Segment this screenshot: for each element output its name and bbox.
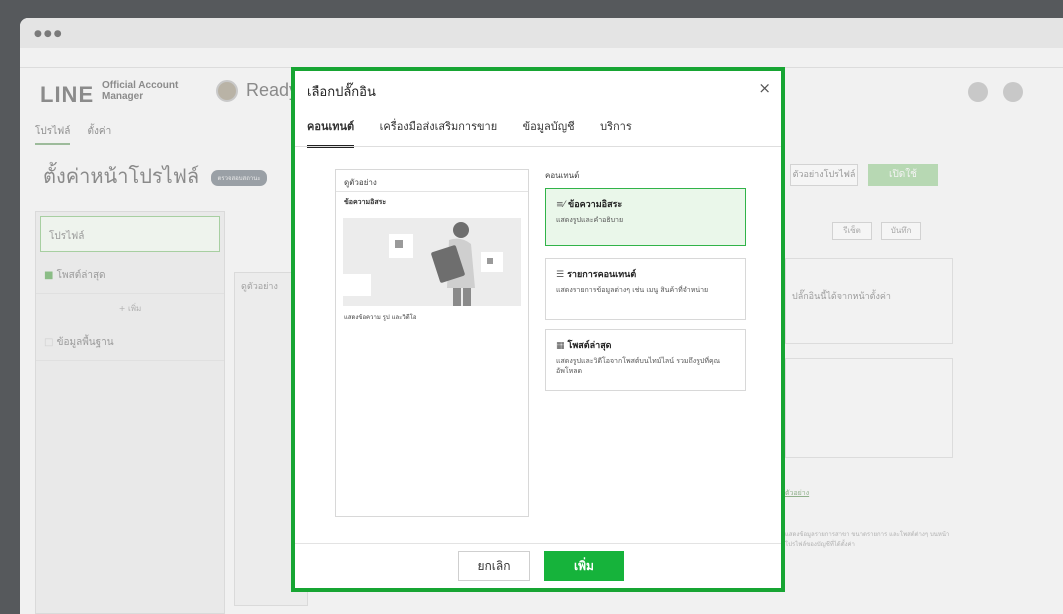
option-title: ☰ รายการคอนเทนต์ bbox=[556, 270, 637, 280]
option-free-text[interactable]: ≡⁄ ข้อความอิสระ แสดงรูปและคำอธิบาย bbox=[545, 188, 746, 246]
edit-buttons: รีเซ็ต บันทึก bbox=[828, 218, 922, 240]
info-card-2 bbox=[785, 358, 953, 458]
example-link[interactable]: ตัวอย่าง bbox=[785, 488, 953, 499]
tab-sales-tools[interactable]: เครื่องมือส่งเสริมการขาย bbox=[380, 117, 497, 145]
tab-content[interactable]: คอนเทนต์ bbox=[307, 117, 355, 148]
header-right-icons bbox=[958, 82, 1023, 106]
option-latest-posts[interactable]: ▦ โพสต์ล่าสุด แสดงรูปและวิดีโอจากโพสต์บนไ… bbox=[545, 329, 746, 391]
publish-button[interactable]: เปิดใช้ bbox=[868, 164, 938, 186]
save-button[interactable]: บันทึก bbox=[881, 222, 922, 240]
add-button[interactable]: เพิ่ม bbox=[544, 551, 624, 581]
option-title: ≡⁄ ข้อความอิสระ bbox=[556, 200, 623, 210]
help-icon[interactable] bbox=[1003, 82, 1023, 102]
sidebar-add-button[interactable]: + เพิ่ม bbox=[36, 294, 224, 323]
sidebar-item-label: ข้อมูลพื้นฐาน bbox=[56, 337, 114, 348]
cancel-button[interactable]: ยกเลิก bbox=[458, 551, 530, 581]
line-logo: LINE bbox=[40, 82, 95, 107]
tab-profile[interactable]: โปรไฟล์ bbox=[35, 126, 71, 145]
preview-profile-button[interactable]: ตัวอย่างโปรไฟล์ bbox=[790, 164, 858, 186]
status-badge[interactable]: ตรวจสอบสถานะ bbox=[211, 169, 267, 186]
tab-account-info[interactable]: ข้อมูลบัญชี bbox=[523, 117, 575, 145]
page-title: ตั้งค่าหน้าโปรไฟล์ ตรวจสอบสถานะ bbox=[43, 160, 267, 192]
checkbox-icon: ■ bbox=[44, 270, 54, 281]
sidebar-item-latest-posts[interactable]: ■ โพสต์ล่าสุด bbox=[36, 256, 224, 294]
info-card: ปลั๊กอินนี้ได้จากหน้าตั้งค่า bbox=[785, 258, 953, 344]
close-icon[interactable]: × bbox=[758, 79, 771, 97]
option-content-list[interactable]: ☰ รายการคอนเทนต์ แสดงรายการข้อมูลต่างๆ เช… bbox=[545, 258, 746, 320]
reset-button[interactable]: รีเซ็ต bbox=[832, 222, 872, 240]
note-text: ตัวอย่าง แสดงข้อมูลรายการสาขา ขนาดรายการ… bbox=[785, 488, 953, 549]
preview-caption: แสดงข้อความ รูป และวิดีโอ bbox=[344, 314, 417, 321]
plugin-sidebar: โปรไฟล์ ■ โพสต์ล่าสุด + เพิ่ม □ ข้อมูลพื… bbox=[35, 211, 225, 614]
plugin-preview: ดูตัวอย่าง ข้อความอิสระ แสดงข้อความ รูป … bbox=[335, 169, 529, 517]
plugin-tabs: คอนเทนต์ เครื่องมือส่งเสริมการขาย ข้อมูล… bbox=[307, 117, 654, 148]
logo-subtitle: Official Account Manager bbox=[102, 80, 179, 102]
checkbox-icon: □ bbox=[44, 337, 54, 348]
preview-header: ดูตัวอย่าง bbox=[336, 170, 528, 192]
posts-icon: ▦ bbox=[556, 341, 565, 351]
title-bar: ●●● bbox=[20, 18, 1063, 48]
preview-panel-label: ดูตัวอย่าง bbox=[241, 282, 278, 292]
sidebar-item-profile[interactable]: โปรไฟล์ bbox=[40, 216, 220, 252]
free-text-icon: ≡⁄ bbox=[556, 200, 566, 210]
list-icon: ☰ bbox=[556, 270, 565, 280]
preview-subtitle: ข้อความอิสระ bbox=[344, 198, 387, 206]
dialog-title: เลือกปลั๊กอิน bbox=[307, 85, 376, 100]
option-title: ▦ โพสต์ล่าสุด bbox=[556, 341, 612, 351]
sidebar-item-label: โพสต์ล่าสุด bbox=[56, 270, 106, 281]
top-tabs: โปรไฟล์ ตั้งค่า bbox=[35, 124, 125, 145]
account-avatar-icon[interactable] bbox=[216, 80, 238, 102]
address-bar bbox=[20, 48, 1063, 68]
option-desc: แสดงรายการข้อมูลต่างๆ เช่น เมนู สินค้าที… bbox=[556, 286, 709, 294]
footer-divider bbox=[295, 543, 781, 544]
content-section-label: คอนเทนต์ bbox=[545, 171, 580, 180]
tabs-divider bbox=[295, 146, 781, 147]
option-desc: แสดงรูปและวิดีโอจากโพสต์บนไทม์ไลน์ รวมถึ… bbox=[556, 357, 721, 375]
sidebar-item-basic-info[interactable]: □ ข้อมูลพื้นฐาน bbox=[36, 323, 224, 361]
tab-settings[interactable]: ตั้งค่า bbox=[88, 126, 112, 137]
account-icon[interactable] bbox=[967, 82, 988, 102]
note-small: แสดงข้อมูลรายการสาขา ขนาดรายการ และโพสต์… bbox=[785, 531, 950, 548]
page-title-text: ตั้งค่าหน้าโปรไฟล์ bbox=[43, 164, 200, 188]
tab-services[interactable]: บริการ bbox=[600, 117, 632, 145]
preview-illustration bbox=[343, 218, 521, 306]
plugin-dialog: เลือกปลั๊กอิน × คอนเทนต์ เครื่องมือส่งเส… bbox=[291, 67, 785, 592]
window-controls[interactable]: ●●● bbox=[34, 30, 64, 39]
option-desc: แสดงรูปและคำอธิบาย bbox=[556, 216, 624, 224]
